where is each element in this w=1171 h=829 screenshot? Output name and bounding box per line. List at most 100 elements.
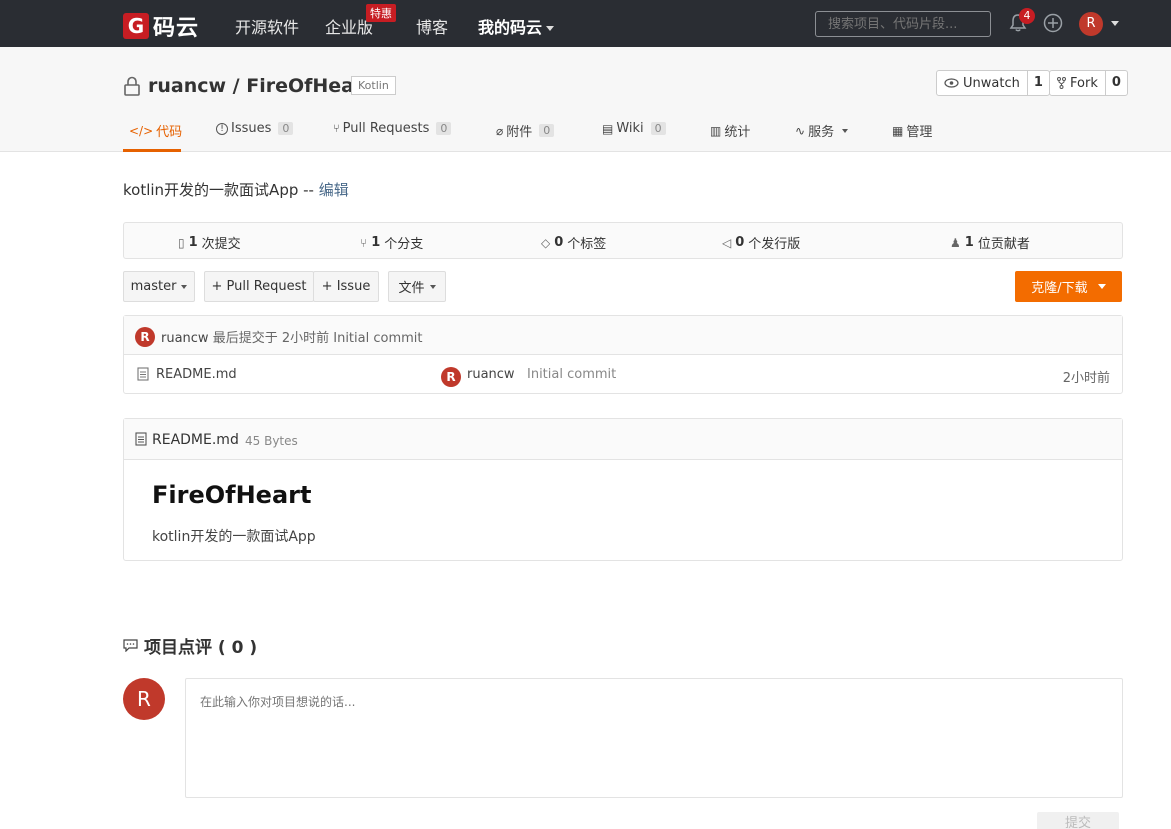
edit-description-link[interactable]: 编辑: [319, 181, 349, 199]
new-issue-button[interactable]: + Issue: [313, 271, 379, 302]
user-avatar[interactable]: R: [1079, 12, 1103, 36]
new-pull-request-button[interactable]: + Pull Request: [204, 271, 314, 302]
book-icon: ▤: [602, 121, 614, 136]
paperclip-icon: ⌀: [496, 123, 504, 138]
files-dropdown[interactable]: 文件: [388, 271, 446, 302]
avatar[interactable]: R: [123, 678, 165, 720]
avatar[interactable]: R: [441, 367, 461, 387]
tab-wiki-count: 0: [650, 122, 666, 135]
pull-request-icon: ⑂: [333, 122, 340, 135]
tab-wiki[interactable]: ▤ Wiki 0: [602, 121, 666, 136]
chevron-down-icon: [181, 284, 188, 289]
stat-contributors[interactable]: ♟ 1 位贡献者: [950, 233, 1030, 252]
fork-label-wrap: Fork: [1050, 71, 1106, 95]
code-icon: </>: [129, 123, 154, 138]
tab-pull-requests[interactable]: ⑂ Pull Requests 0: [333, 121, 452, 136]
commit-author-link[interactable]: ruancw: [161, 331, 209, 346]
enterprise-promo-badge: 特惠: [366, 4, 396, 22]
tag-icon: ◇: [541, 235, 551, 250]
settings-doc-icon: ▦: [892, 123, 904, 138]
commit-summary: 最后提交于 2小时前 Initial commit: [208, 331, 423, 346]
readme-panel: README.md 45 Bytes FireOfHeart kotlin开发的…: [123, 418, 1123, 561]
chevron-down-icon: [842, 128, 849, 133]
readme-heading: FireOfHeart: [152, 481, 312, 509]
tab-services[interactable]: ∿ 服务: [795, 121, 849, 140]
logo-mark: G: [123, 13, 149, 39]
send-icon: ◁: [722, 235, 732, 250]
readme-body: kotlin开发的一款面试App: [152, 529, 316, 545]
tab-issues-label: Issues: [231, 121, 272, 136]
tab-code-label: 代码: [156, 125, 183, 140]
commits-count: 1: [188, 235, 198, 250]
readme-file-size: 45 Bytes: [245, 434, 298, 448]
watch-count[interactable]: 1: [1028, 71, 1049, 95]
commits-label: 次提交: [201, 237, 241, 252]
pulse-icon: ∿: [795, 123, 806, 138]
tab-services-label: 服务: [808, 125, 835, 140]
tab-stats[interactable]: ▥ 统计: [710, 121, 750, 141]
nav-my-gitee-label: 我的码云: [478, 18, 543, 37]
latest-commit-row: R ruancw 最后提交于 2小时前 Initial commit: [124, 316, 1122, 355]
tags-count: 0: [554, 235, 564, 250]
tab-attachments-label: 附件: [506, 125, 533, 140]
stat-branches[interactable]: ⑂ 1 个分支: [360, 233, 423, 252]
repo-title[interactable]: ruancw / FireOfHeart: [148, 75, 372, 97]
bar-chart-icon: ▥: [710, 123, 722, 138]
readme-header: README.md 45 Bytes: [124, 419, 1122, 460]
branches-label: 个分支: [384, 237, 424, 252]
file-commit-message[interactable]: Initial commit: [527, 367, 616, 382]
fork-icon: [1057, 77, 1066, 89]
eye-icon: [944, 78, 959, 88]
add-plus-icon[interactable]: [1043, 13, 1063, 33]
stat-commits[interactable]: ▯ 1 次提交: [178, 233, 241, 252]
logo-text: 码云: [153, 16, 200, 41]
tab-manage[interactable]: ▦ 管理: [892, 121, 933, 141]
chevron-down-icon: [429, 284, 436, 289]
gitee-logo[interactable]: G 码云: [123, 10, 199, 42]
search-input[interactable]: [815, 11, 991, 37]
repo-description: kotlin开发的一款面试App -- 编辑: [123, 179, 349, 200]
active-tab-indicator: [123, 149, 181, 152]
clone-download-button[interactable]: 克隆/下载: [1015, 271, 1122, 302]
nav-open-source[interactable]: 开源软件: [235, 14, 299, 38]
stat-tags[interactable]: ◇ 0 个标签: [541, 233, 606, 252]
submit-comment-button[interactable]: 提交: [1037, 812, 1119, 829]
clone-download-label: 克隆/下载: [1031, 281, 1088, 296]
file-icon: [135, 432, 147, 446]
file-commit-author[interactable]: ruancw: [467, 367, 515, 382]
tab-issues[interactable]: ! Issues 0: [216, 121, 294, 136]
readme-file-name[interactable]: README.md: [152, 432, 239, 448]
language-tag[interactable]: Kotlin: [351, 76, 396, 95]
watch-label-wrap: Unwatch: [937, 71, 1028, 95]
table-row[interactable]: README.md R ruancw Initial commit 2小时前: [124, 355, 1122, 394]
chevron-down-icon[interactable]: [1111, 21, 1119, 26]
comments-title-text: 项目点评 ( 0 ): [144, 638, 258, 658]
watch-button[interactable]: Unwatch 1: [936, 70, 1050, 96]
stat-releases[interactable]: ◁ 0 个发行版: [722, 233, 800, 252]
comment-icon: [123, 639, 138, 652]
tab-code[interactable]: </> 代码: [129, 121, 183, 141]
nav-blog[interactable]: 博客: [416, 14, 448, 38]
nav-my-gitee[interactable]: 我的码云: [478, 14, 555, 38]
tags-label: 个标签: [567, 237, 607, 252]
fork-count[interactable]: 0: [1106, 71, 1127, 95]
files-dropdown-label: 文件: [398, 281, 425, 296]
chevron-down-icon: [546, 26, 555, 31]
file-commit-time: 2小时前: [1062, 371, 1110, 386]
tab-issues-count: 0: [278, 122, 294, 135]
tab-wiki-label: Wiki: [616, 121, 644, 136]
comment-input[interactable]: [185, 678, 1123, 798]
releases-label: 个发行版: [748, 237, 801, 252]
tab-attachments[interactable]: ⌀ 附件 0: [496, 121, 555, 140]
fork-button[interactable]: Fork 0: [1049, 70, 1128, 96]
branch-icon: ⑂: [360, 235, 368, 250]
commit-icon: ▯: [178, 235, 185, 250]
tab-pull-requests-count: 0: [436, 122, 452, 135]
file-name-link[interactable]: README.md: [156, 367, 237, 382]
branch-select[interactable]: master: [123, 271, 195, 302]
tab-manage-label: 管理: [906, 125, 933, 140]
avatar[interactable]: R: [135, 327, 155, 347]
branches-count: 1: [371, 235, 381, 250]
watch-label: Unwatch: [963, 75, 1020, 91]
tab-pull-requests-label: Pull Requests: [342, 121, 430, 136]
